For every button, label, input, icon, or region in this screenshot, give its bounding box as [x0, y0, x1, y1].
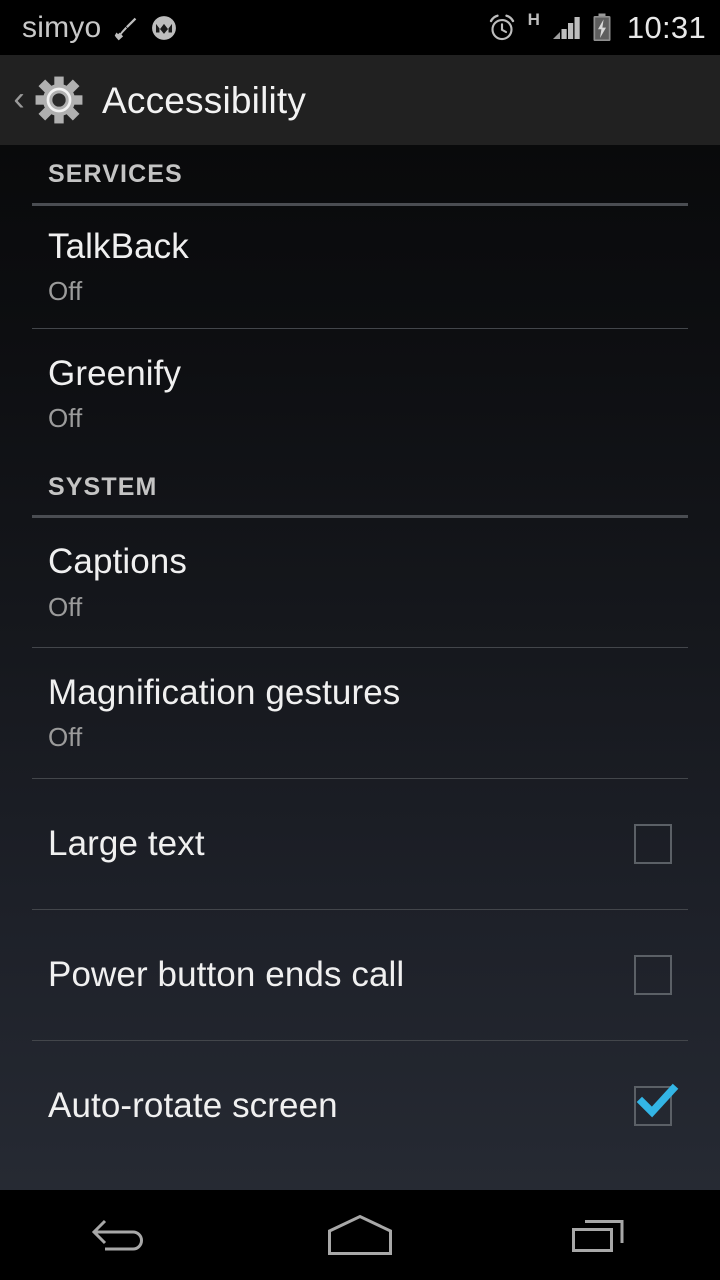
status-bar: simyo H 10:31 [0, 0, 720, 55]
back-icon[interactable] [0, 1190, 240, 1280]
motorola-logo-icon [151, 15, 177, 41]
alarm-clock-icon [487, 13, 517, 43]
navigation-bar [0, 1190, 720, 1280]
list-item-title: Greenify [48, 353, 182, 393]
list-item-captions[interactable]: Captions Off [0, 518, 720, 647]
list-item-text: Captions Off [48, 543, 187, 621]
gear-icon[interactable] [32, 73, 86, 127]
checkbox-large-text[interactable] [634, 824, 672, 864]
home-icon[interactable] [240, 1190, 480, 1280]
list-item-summary: Off [48, 591, 83, 622]
list-item-talkback[interactable]: TalkBack Off [0, 206, 720, 328]
section-header-services: SERVICES [48, 160, 183, 188]
status-bar-left: simyo [22, 10, 487, 44]
list-item-text: TalkBack Off [48, 226, 189, 307]
checkbox-auto-rotate-screen[interactable] [634, 1081, 679, 1126]
android-accessibility-settings-screen: simyo H 10:31 ‹ Accessibility SERVICES T… [0, 0, 720, 1280]
list-item-title: Auto-rotate screen [48, 1085, 338, 1125]
list-item-title: Large text [48, 823, 205, 863]
checkmark-icon [636, 1083, 679, 1118]
section-header-system: SYSTEM [48, 473, 158, 501]
signal-bars-icon [551, 14, 581, 42]
list-item-magnification-gestures[interactable]: Magnification gestures Off [0, 648, 720, 778]
list-item-summary: Off [48, 403, 83, 434]
back-chevron-icon[interactable]: ‹ [8, 82, 30, 116]
status-bar-clock: 10:31 [626, 10, 706, 45]
list-item-greenify[interactable]: Greenify Off [0, 329, 720, 459]
list-item-text: Auto-rotate screen [48, 1085, 338, 1126]
list-item-title: TalkBack [48, 226, 189, 266]
list-item-text: Power button ends call [48, 954, 405, 995]
broom-icon [113, 15, 139, 41]
checkbox-power-button-ends-call[interactable] [634, 955, 672, 995]
page-title: Accessibility [102, 79, 307, 121]
network-type-indicator: H [527, 10, 540, 29]
list-item-title: Captions [48, 542, 187, 582]
list-item-summary: Off [48, 276, 83, 307]
list-item-title: Power button ends call [48, 954, 405, 994]
list-item-summary: Off [48, 722, 83, 753]
list-item-text: Magnification gestures Off [48, 672, 401, 753]
recents-icon[interactable] [480, 1190, 720, 1280]
carrier-name: simyo [22, 10, 102, 44]
list-item-text: Large text [48, 823, 205, 864]
settings-list[interactable]: SERVICES TalkBack Off Greenify Off SYSTE… [0, 145, 720, 1190]
list-item-large-text[interactable]: Large text [0, 779, 720, 909]
action-bar: ‹ Accessibility [0, 55, 720, 145]
list-item-power-button-ends-call[interactable]: Power button ends call [0, 910, 720, 1040]
list-item-text: Greenify Off [48, 353, 182, 434]
status-bar-right: H 10:31 [487, 10, 706, 45]
list-item-auto-rotate-screen[interactable]: Auto-rotate screen [0, 1041, 720, 1171]
list-item-title: Magnification gestures [48, 672, 401, 712]
battery-charging-icon [592, 13, 612, 42]
